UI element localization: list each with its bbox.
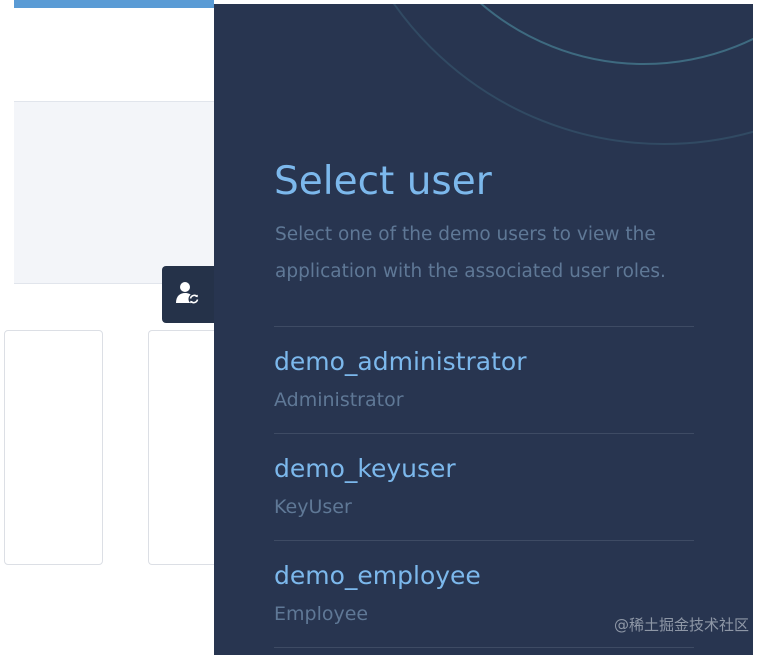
top-accent-bar	[14, 0, 214, 8]
background-hero-section	[14, 102, 214, 284]
page-edge	[753, 0, 769, 655]
background-header	[14, 8, 214, 102]
user-option-demo-administrator[interactable]: demo_administrator Administrator	[274, 327, 694, 434]
user-role: Administrator	[274, 389, 404, 411]
user-switch-tab-button[interactable]	[162, 266, 214, 323]
user-role: Employee	[274, 603, 369, 625]
user-name: demo_employee	[274, 561, 481, 590]
background-page	[4, 0, 228, 655]
user-name: demo_administrator	[274, 347, 527, 376]
select-user-panel: Select user Select one of the demo users…	[214, 4, 753, 655]
panel-description: Select one of the demo users to view the…	[275, 224, 666, 282]
user-option-demo-keyuser[interactable]: demo_keyuser KeyUser	[274, 434, 694, 541]
user-list: demo_administrator Administrator demo_ke…	[274, 326, 694, 648]
user-name: demo_keyuser	[274, 454, 456, 483]
background-card	[4, 330, 103, 565]
panel-title: Select user	[274, 159, 492, 204]
user-switch-icon	[174, 279, 202, 311]
user-role: KeyUser	[274, 496, 352, 518]
watermark-text: @稀土掘金技术社区	[613, 616, 749, 634]
